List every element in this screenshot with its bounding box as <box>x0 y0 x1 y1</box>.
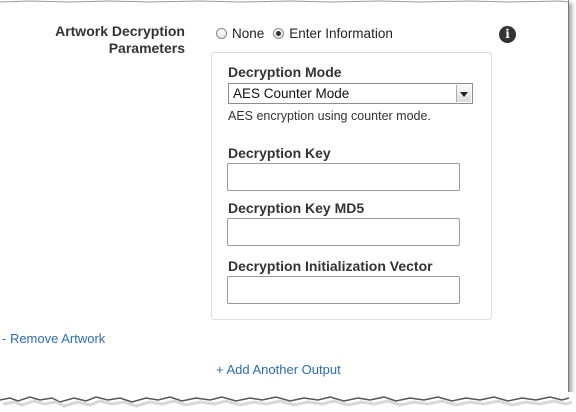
enter-information-radio-label[interactable]: Enter Information <box>289 26 393 41</box>
decryption-key-md5-label: Decryption Key MD5 <box>228 200 365 216</box>
section-label-line2: Parameters <box>108 40 185 56</box>
decryption-options: None Enter Information <box>216 26 402 41</box>
torn-edge-top <box>0 0 570 3</box>
chevron-down-icon[interactable] <box>456 85 471 102</box>
section-label-line1: Artwork Decryption <box>55 23 185 39</box>
decryption-key-input[interactable] <box>227 163 460 191</box>
enter-information-radio[interactable] <box>273 28 285 39</box>
torn-edge-bottom <box>0 392 576 412</box>
none-radio-label[interactable]: None <box>232 26 264 41</box>
screenshot-frame: Artwork Decryption Parameters None Enter… <box>0 0 569 404</box>
decryption-mode-label: Decryption Mode <box>228 64 342 80</box>
init-vector-input[interactable] <box>227 276 460 304</box>
decryption-mode-help: AES encryption using counter mode. <box>228 109 431 123</box>
decryption-key-md5-input[interactable] <box>227 218 460 246</box>
none-radio[interactable] <box>216 28 227 39</box>
section-label: Artwork Decryption Parameters <box>5 23 185 57</box>
remove-artwork-link[interactable]: - Remove Artwork <box>2 331 105 346</box>
info-icon[interactable]: i <box>499 26 516 43</box>
add-another-output-link[interactable]: + Add Another Output <box>216 362 341 377</box>
decryption-key-label: Decryption Key <box>228 145 331 161</box>
init-vector-label: Decryption Initialization Vector <box>228 258 433 274</box>
decryption-mode-select[interactable]: AES Counter Mode <box>228 83 473 104</box>
decryption-mode-value: AES Counter Mode <box>233 86 350 101</box>
